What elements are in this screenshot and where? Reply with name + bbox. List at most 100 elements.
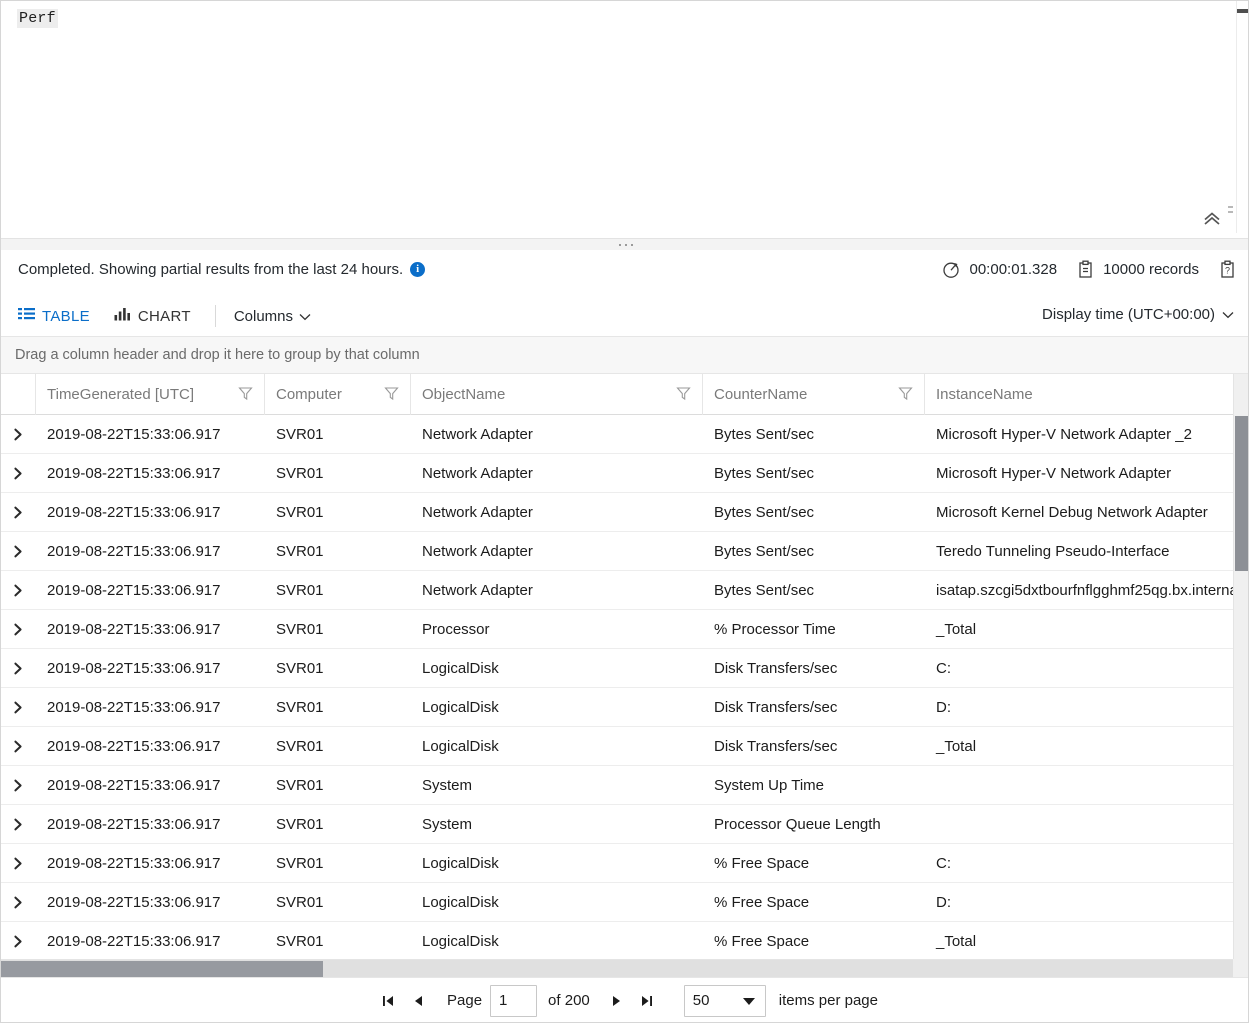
funnel-icon[interactable] [238,386,253,405]
grid-header-cell-countername[interactable]: CounterName [703,374,925,415]
table-cell-object: LogicalDisk [422,893,499,911]
table-cell-counter: % Free Space [714,932,810,950]
table-row[interactable]: 2019-08-22T15:33:06.917 SVR01 Network Adap… [1,454,1248,493]
table-row[interactable]: 2019-08-22T15:33:06.917 SVR01 System System… [1,766,1248,805]
record-count: 10000 records [1077,260,1199,279]
grid-header-row: TimeGenerated [UTC] Computer ObjectName Cou… [1,374,1248,415]
table-cell-computer: SVR01 [276,932,324,950]
status-message-group: Completed. Showing partial results from … [18,261,426,278]
query-text[interactable]: Perf [17,9,58,28]
chevron-right-icon[interactable] [1,545,36,558]
panel-splitter[interactable] [1,239,1248,250]
grid-header-cell-objectname[interactable]: ObjectName [411,374,703,415]
table-cell-counter: Bytes Sent/sec [714,542,815,560]
toolbar-divider [214,305,216,327]
table-row[interactable]: 2019-08-22T15:33:06.917 SVR01 LogicalDisk D… [1,688,1248,727]
table-cell-computer: SVR01 [276,893,324,911]
group-by-dropzone[interactable]: Drag a column header and drop it here to… [1,337,1248,374]
grid-horizontal-scrollbar[interactable] [1,959,1235,977]
table-cell-counter: % Processor Time [714,620,836,638]
grid-header-cell-computer[interactable]: Computer [265,374,411,415]
chevron-right-icon[interactable] [1,935,36,948]
chevron-right-icon[interactable] [1,467,36,480]
table-cell-time: 2019-08-22T15:33:06.917 [47,581,221,599]
grid-vertical-scrollbar[interactable] [1233,374,1248,959]
grid-header-label: CounterName [714,386,808,403]
status-message: Completed. Showing partial results from … [18,261,404,278]
page-size-value: 50 [692,992,710,1009]
table-row[interactable]: 2019-08-22T15:33:06.917 SVR01 Network Adap… [1,532,1248,571]
table-cell-computer: SVR01 [276,737,324,755]
tab-chart[interactable]: CHART [114,307,191,325]
scrollbar-corner [1233,959,1248,977]
last-page-icon[interactable] [632,986,662,1016]
table-row[interactable]: 2019-08-22T15:33:06.917 SVR01 LogicalDisk%… [1,922,1248,959]
info-icon[interactable]: i [410,262,426,277]
table-row[interactable]: 2019-08-22T15:33:06.917 SVR01 LogicalDisk D… [1,649,1248,688]
table-cell-object: System [422,815,473,833]
grid-horizontal-scrollbar-thumb[interactable] [1,961,323,977]
results-status-bar: Completed. Showing partial results from … [1,250,1248,297]
table-row[interactable]: 2019-08-22T15:33:06.917 SVR01 Network Adap… [1,493,1248,532]
tab-table-label: TABLE [42,307,90,325]
clipboard-question-icon[interactable]: ? [1219,260,1236,279]
grid-vertical-scrollbar-thumb[interactable] [1235,416,1248,571]
chevron-right-icon[interactable] [1,857,36,870]
table-row[interactable]: 2019-08-22T15:33:06.917 SVR01 Network Adap… [1,415,1248,454]
table-cell-object: Network Adapter [422,425,533,443]
funnel-icon[interactable] [384,386,399,405]
table-cell-time: 2019-08-22T15:33:06.917 [47,893,221,911]
table-cell-computer: SVR01 [276,854,324,872]
table-cell-instance: _Total [936,932,977,950]
chevron-right-icon[interactable] [1,506,36,519]
previous-page-icon[interactable] [403,986,433,1016]
group-by-hint: Drag a column header and drop it here to… [15,347,420,363]
table-row[interactable]: 2019-08-22T15:33:06.917 SVR01 Processor % P… [1,610,1248,649]
funnel-icon[interactable] [676,386,691,405]
chevron-right-icon[interactable] [1,428,36,441]
table-cell-computer: SVR01 [276,698,324,716]
table-row[interactable]: 2019-08-22T15:33:06.917 SVR01 LogicalDisk%… [1,883,1248,922]
chevron-right-icon[interactable] [1,896,36,909]
editor-scrollbar-thumb[interactable] [1237,9,1248,13]
editor-vertical-scrollbar[interactable] [1236,1,1248,233]
query-editor[interactable]: Perf [1,1,1248,239]
chevron-right-icon[interactable] [1,818,36,831]
table-cell-object: Processor [422,620,490,638]
page-number-input[interactable] [490,984,538,1017]
table-cell-counter: % Free Space [714,893,810,911]
chevron-down-icon [1222,306,1234,323]
chevron-right-icon[interactable] [1,584,36,597]
table-row[interactable]: 2019-08-22T15:33:06.917 SVR01 LogicalDisk D… [1,727,1248,766]
chevron-right-icon[interactable] [1,740,36,753]
chevron-right-icon[interactable] [1,662,36,675]
table-row[interactable]: 2019-08-22T15:33:06.917 SVR01 LogicalDisk%… [1,844,1248,883]
table-cell-counter: % Free Space [714,854,810,872]
table-row[interactable]: 2019-08-22T15:33:06.917 SVR01 System Proces… [1,805,1248,844]
table-row[interactable]: 2019-08-22T15:33:06.917 SVR01 Network Adap… [1,571,1248,610]
table-cell-computer: SVR01 [276,815,324,833]
tab-table[interactable]: TABLE [18,307,90,325]
table-cell-time: 2019-08-22T15:33:06.917 [47,698,221,716]
table-cell-counter: Bytes Sent/sec [714,581,815,599]
table-cell-instance: D: [936,893,951,911]
editor-minimap [1228,206,1234,216]
funnel-icon[interactable] [898,386,913,405]
results-grid: TimeGenerated [UTC] Computer ObjectName Cou… [1,374,1248,959]
page-size-select[interactable]: 50 [683,984,766,1017]
table-cell-counter: Disk Transfers/sec [714,698,838,716]
chevron-right-icon[interactable] [1,701,36,714]
next-page-icon[interactable] [602,986,632,1016]
grid-header-label: ObjectName [422,386,506,403]
chevron-right-icon[interactable] [1,779,36,792]
double-chevron-up-icon[interactable] [1200,208,1224,230]
columns-button[interactable]: Columns [234,308,311,325]
page-total-label: of 200 [548,992,590,1009]
grid-header-cell-instancename[interactable]: InstanceName [925,374,1235,415]
display-time-selector[interactable]: Display time (UTC+00:00) [1042,306,1234,323]
first-page-icon[interactable] [373,986,403,1016]
table-cell-computer: SVR01 [276,503,324,521]
chevron-right-icon[interactable] [1,623,36,636]
columns-button-label: Columns [233,307,293,325]
grid-header-cell-timegenerated-utc[interactable]: TimeGenerated [UTC] [36,374,265,415]
